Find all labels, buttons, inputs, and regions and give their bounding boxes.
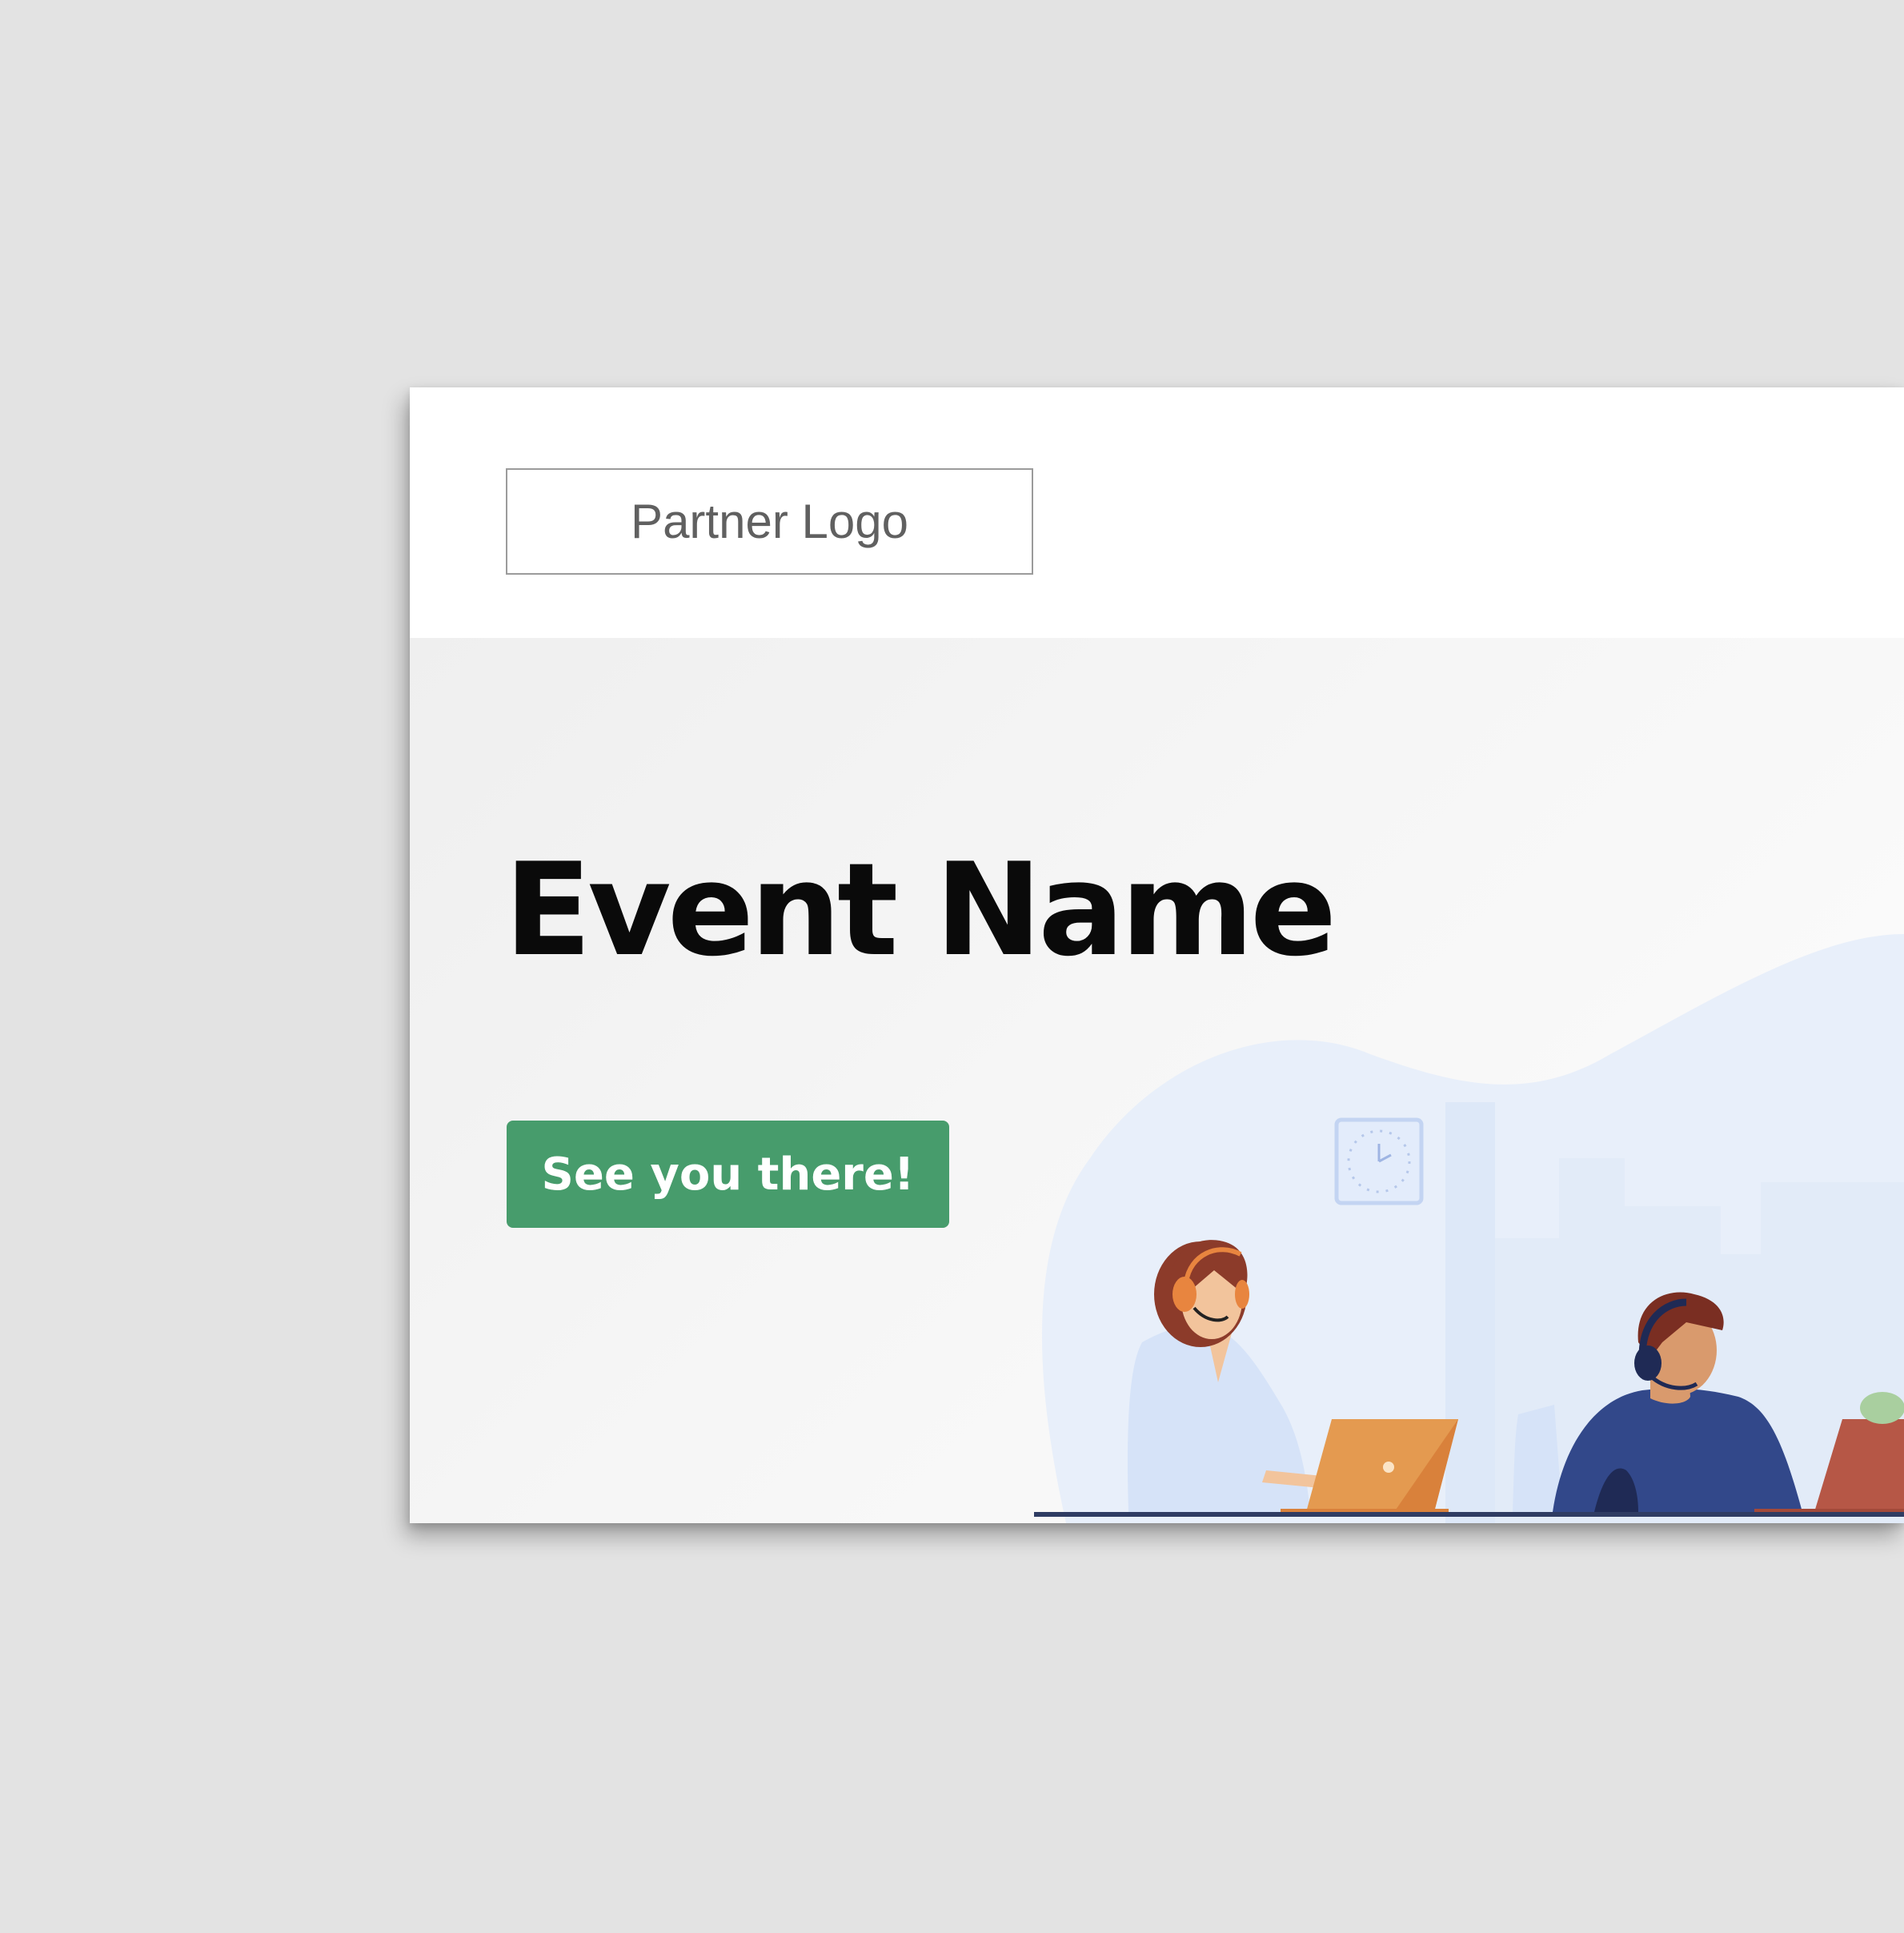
partner-logo-placeholder: Partner Logo (506, 468, 1033, 575)
banner-header: Partner Logo (410, 387, 1904, 638)
plant-decoration (1860, 1392, 1904, 1424)
hero-section: Event Name See you there! (410, 638, 1904, 1523)
event-banner-card: Partner Logo Event Name See you there! (410, 387, 1904, 1523)
clock-icon (1334, 1117, 1424, 1205)
see-you-there-button[interactable]: See you there! (507, 1121, 949, 1228)
wall-pillar (1445, 1102, 1495, 1523)
desk-line (1034, 1512, 1904, 1517)
call-center-illustration (1034, 934, 1904, 1523)
